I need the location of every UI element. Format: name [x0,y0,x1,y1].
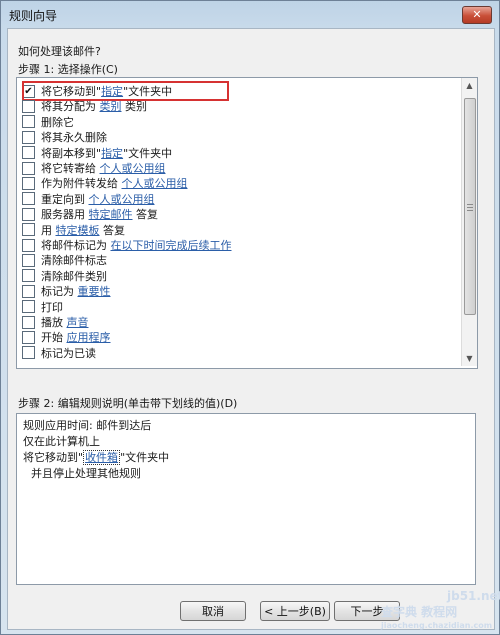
action-label: 将副本移到" [41,146,102,160]
action-label: 播放 [41,316,67,329]
action-item[interactable]: 服务器用 特定邮件 答复 [22,207,158,223]
action-value-link[interactable]: 在以下时间完成后续工作 [111,239,232,252]
action-item[interactable]: 标记为已读 [22,346,96,362]
scroll-up-icon[interactable]: ▲ [462,78,477,93]
desc-line-apply-time: 规则应用时间: 邮件到达后 [23,419,152,432]
checkbox-icon[interactable] [22,300,35,314]
checkbox-icon[interactable] [22,284,35,298]
window-title: 规则向导 [9,9,58,23]
scroll-thumb[interactable] [464,98,476,315]
inbox-folder-link[interactable]: 收件箱 [83,450,121,465]
rules-wizard-window: 规则向导 ✕ 如何处理该邮件? 步骤 1: 选择操作(C) ✔ 将它移动到"指定"… [0,0,500,635]
question-label: 如何处理该邮件? [18,45,101,58]
action-value-link[interactable]: 应用程序 [67,331,111,344]
action-label: 答复 [99,223,125,237]
action-item[interactable]: 清除邮件标志 [22,253,107,269]
title-bar[interactable]: 规则向导 ✕ [1,1,499,27]
checkbox-icon[interactable] [22,176,35,190]
action-value-link[interactable]: 特定模板 [56,224,100,237]
action-item[interactable]: 标记为 重要性 [22,284,111,300]
action-value-link[interactable]: 声音 [67,316,89,329]
watermark-text-name: 查字典 教程网 [381,605,458,619]
cancel-button[interactable]: 取消 [180,601,246,621]
action-item[interactable]: 开始 应用程序 [22,330,111,346]
desc-line-move-to: 将它移动到" 收件箱 "文件夹中 [23,450,169,466]
action-label: 将邮件标记为 [41,239,111,252]
checkbox-icon[interactable] [22,99,35,113]
action-value-link[interactable]: 特定邮件 [89,208,133,221]
step1-label: 步骤 1: 选择操作(C) [18,63,118,76]
action-item[interactable]: 将其永久删除 [22,130,107,146]
desc-move-suffix: "文件夹中 [120,451,170,464]
checkbox-icon[interactable] [22,315,35,329]
action-item[interactable]: 重定向到 个人或公用组 [22,192,155,208]
wizard-client-area: 如何处理该邮件? 步骤 1: 选择操作(C) ✔ 将它移动到"指定"文件夹中 将其分… [7,28,495,630]
action-value-link[interactable]: 重要性 [78,285,111,298]
action-label: 将其分配为 [41,100,100,114]
checkbox-icon[interactable] [22,330,35,344]
selection-highlight-box [22,81,229,101]
checkbox-icon[interactable] [22,238,35,252]
grip-icon [467,204,473,212]
actions-listbox[interactable]: ✔ 将它移动到"指定"文件夹中 将其分配为 类别 类别 删除它 将其永久删除 将副本移到"… [16,77,478,369]
action-label: 类别 [121,100,147,114]
watermark-logo: jb51.net 查字典 教程网 jiaocheng.chazidian.com [381,583,500,633]
checkbox-icon[interactable] [22,192,35,206]
action-label: 标记为 [41,285,78,299]
action-label: 作为附件转发给 [41,177,122,191]
action-item[interactable]: ✔ 将它移动到"指定"文件夹中 [22,81,229,101]
action-value-link[interactable]: 个人或公用组 [122,177,188,190]
action-label: 答复 [132,208,158,222]
checkbox-icon[interactable] [22,207,35,221]
desc-line-stop-processing: 并且停止处理其他规则 [31,467,141,480]
action-value-link[interactable]: 类别 [100,100,122,113]
action-label: "文件夹中 [123,146,173,160]
checkbox-icon[interactable] [22,146,35,160]
action-label: 用 [41,223,56,237]
action-item[interactable]: 将副本移到"指定"文件夹中 [22,146,172,162]
actions-scrollbar[interactable]: ▲ ▼ [461,78,477,366]
action-item[interactable]: 将邮件标记为 在以下时间完成后续工作 [22,238,232,254]
desc-move-prefix: 将它移动到" [23,451,84,464]
scroll-down-icon[interactable]: ▼ [462,351,477,366]
action-item[interactable]: 将其分配为 类别 类别 [22,99,147,115]
action-label: 服务器用 [41,208,89,222]
action-label: 将其永久删除 [41,131,107,145]
checkbox-icon[interactable] [22,253,35,267]
step2-label: 步骤 2: 编辑规则说明(单击带下划线的值)(D) [18,397,238,410]
action-value-link[interactable]: 指定 [101,147,123,160]
action-label: 开始 [41,331,67,345]
back-button[interactable]: < 上一步(B) [260,601,330,621]
action-value-link[interactable]: 个人或公用组 [100,162,166,175]
checkbox-icon[interactable] [22,115,35,129]
action-item[interactable]: 删除它 [22,115,74,131]
watermark-text-site: jb51.net [447,589,500,603]
checkbox-icon[interactable] [22,223,35,237]
action-item[interactable]: 播放 声音 [22,315,89,331]
rule-description-box: 规则应用时间: 邮件到达后 仅在此计算机上 将它移动到" 收件箱 "文件夹中 并且停… [16,413,476,585]
checkbox-icon[interactable] [22,161,35,175]
action-item[interactable]: 用 特定模板 答复 [22,223,125,239]
watermark-text-url: jiaocheng.chazidian.com [381,621,493,630]
action-value-link[interactable]: 个人或公用组 [89,193,155,206]
action-label: 打印 [41,300,63,314]
checkbox-icon[interactable] [22,269,35,283]
action-item[interactable]: 清除邮件类别 [22,269,107,285]
action-item[interactable]: 将它转寄给 个人或公用组 [22,161,166,177]
action-label: 重定向到 [41,192,89,206]
action-label: 标记为已读 [41,346,96,360]
action-label: 将它转寄给 [41,162,100,175]
action-item[interactable]: 作为附件转发给 个人或公用组 [22,176,188,192]
action-label: 清除邮件类别 [41,269,107,283]
desc-line-this-computer: 仅在此计算机上 [23,435,100,448]
checkbox-icon[interactable] [22,346,35,360]
checkbox-icon[interactable] [22,130,35,144]
action-label: 删除它 [41,115,74,129]
action-item[interactable]: 打印 [22,300,63,316]
action-label: 清除邮件标志 [41,254,107,268]
actions-list: ✔ 将它移动到"指定"文件夹中 将其分配为 类别 类别 删除它 将其永久删除 将副本移到"… [17,78,460,366]
close-button[interactable]: ✕ [462,6,492,24]
